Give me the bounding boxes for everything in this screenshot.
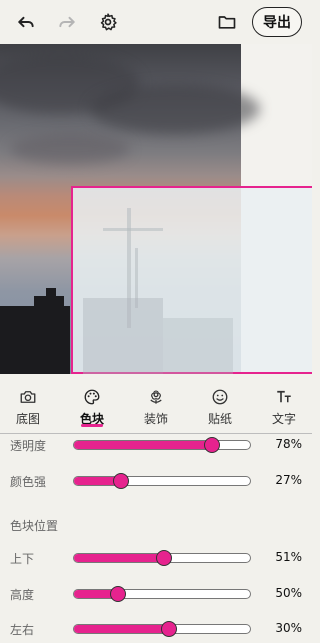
palette-icon xyxy=(84,389,100,405)
vertical-slider-row: 上下 51% xyxy=(0,546,312,570)
opacity-slider[interactable] xyxy=(73,440,251,450)
horizontal-label: 左右 xyxy=(10,623,35,637)
app: 导出 底图 色块 装饰 贴纸 文字 透明度 78% 颜色强 27% 色块位置 上… xyxy=(0,0,312,643)
horizontal-value: 30% xyxy=(275,621,302,635)
opacity-slider-row: 透明度 78% xyxy=(0,433,312,457)
active-tab-indicator xyxy=(81,424,103,427)
height-value: 50% xyxy=(275,586,302,600)
height-label: 高度 xyxy=(10,588,35,602)
vertical-value: 51% xyxy=(275,550,302,564)
height-slider[interactable] xyxy=(73,589,251,599)
opacity-slider-handle[interactable] xyxy=(203,437,220,453)
settings-button[interactable] xyxy=(94,8,122,36)
color-strength-slider[interactable] xyxy=(73,476,251,486)
export-button[interactable]: 导出 xyxy=(252,7,302,37)
color-block-overlay[interactable] xyxy=(71,186,312,374)
color-strength-label: 颜色强 xyxy=(10,475,47,489)
color-strength-slider-handle[interactable] xyxy=(113,473,130,489)
opacity-label: 透明度 xyxy=(10,439,47,453)
horizontal-slider-row: 左右 30% xyxy=(0,617,312,641)
undo-button[interactable] xyxy=(12,8,40,36)
tab-base-image[interactable]: 底图 xyxy=(3,386,53,430)
horizontal-slider-handle[interactable] xyxy=(161,621,178,637)
block-position-title: 色块位置 xyxy=(10,519,59,533)
opacity-value: 78% xyxy=(275,437,302,451)
vertical-label: 上下 xyxy=(10,552,35,566)
tab-sticker[interactable]: 贴纸 xyxy=(195,386,245,430)
tab-decoration[interactable]: 装饰 xyxy=(131,386,181,430)
color-strength-value: 27% xyxy=(275,473,302,487)
vertical-slider-handle[interactable] xyxy=(155,550,172,566)
top-toolbar: 导出 xyxy=(0,0,312,44)
camera-icon xyxy=(20,391,36,403)
redo-button[interactable] xyxy=(53,8,81,36)
color-strength-slider-row: 颜色强 27% xyxy=(0,469,312,493)
smiley-icon xyxy=(212,389,228,405)
open-folder-button[interactable] xyxy=(213,8,241,36)
undo-icon xyxy=(18,16,34,28)
folder-icon xyxy=(218,16,236,29)
text-icon xyxy=(277,390,291,403)
gear-icon xyxy=(100,13,117,31)
flower-icon xyxy=(150,390,162,404)
height-slider-row: 高度 50% xyxy=(0,582,312,606)
tab-text[interactable]: 文字 xyxy=(259,386,309,430)
redo-icon xyxy=(59,16,75,28)
tool-tabs: 底图 色块 装饰 贴纸 文字 xyxy=(0,378,312,434)
editor-canvas[interactable] xyxy=(0,44,312,374)
color-block-settings: 透明度 78% 颜色强 27% 色块位置 上下 51% 高度 50% 左右 30… xyxy=(0,436,312,643)
height-slider-handle[interactable] xyxy=(109,586,126,602)
